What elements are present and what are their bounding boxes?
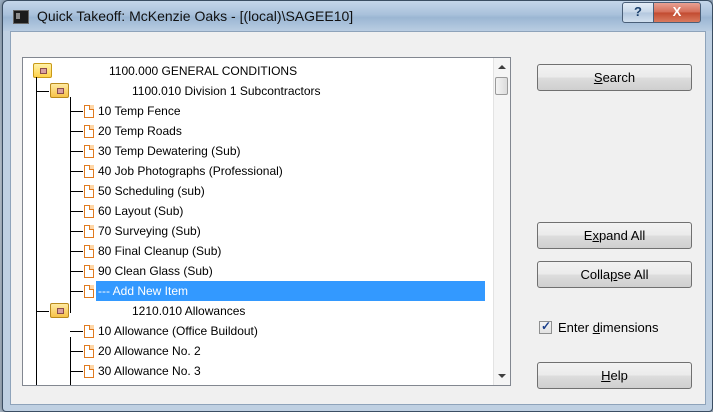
enter-dimensions-accelerator: d	[592, 320, 600, 335]
tree-item[interactable]: 10 Allowance (Office Buildout)	[96, 321, 261, 341]
search-button-accelerator: S	[593, 70, 603, 85]
expand-all-label-post: pand All	[598, 228, 646, 243]
tree-item[interactable]: 10 Temp Fence	[96, 101, 184, 121]
tree-item-label: 50 Scheduling (sub)	[98, 184, 205, 198]
document-icon	[84, 185, 94, 198]
document-icon	[84, 365, 94, 378]
tree-item[interactable]: 1210.010 Allowances	[130, 301, 248, 321]
tree-item[interactable]: 1100.010 Division 1 Subcontractors	[130, 81, 324, 101]
document-icon	[84, 105, 94, 118]
scroll-thumb[interactable]	[495, 77, 508, 95]
help-caption-button[interactable]: ?	[622, 2, 654, 23]
search-button-label-post: earch	[602, 70, 636, 85]
tree-item-label: 1100.000 GENERAL CONDITIONS	[109, 64, 298, 78]
document-icon	[84, 345, 94, 358]
window-title: Quick Takeoff: McKenzie Oaks - [(local)\…	[37, 8, 354, 24]
tree-item[interactable]: 50 Scheduling (sub)	[96, 181, 208, 201]
close-button[interactable]: X	[653, 2, 701, 23]
tree-item-selected[interactable]: --- Add New Item	[96, 281, 485, 301]
question-mark-icon: ?	[634, 4, 642, 19]
tree-connector-line	[70, 97, 71, 313]
tree-connector-line	[70, 191, 83, 192]
expand-all-button[interactable]: Expand All	[537, 222, 692, 249]
document-icon	[84, 125, 94, 138]
title-bar[interactable]: Quick Takeoff: McKenzie Oaks - [(local)\…	[3, 1, 712, 31]
collapse-all-label-pre: Colla	[580, 267, 611, 282]
tree-item-label: 70 Surveying (Sub)	[98, 224, 201, 238]
tree-content: 1100.000 GENERAL CONDITIONS 1100.010 Divi…	[23, 58, 494, 385]
root-folder-icon	[33, 63, 52, 78]
tree-connector-line	[70, 371, 83, 372]
tree-connector-line	[36, 311, 49, 312]
tree-item-label: 60 Layout (Sub)	[98, 204, 184, 218]
scroll-down-arrow-icon[interactable]	[498, 374, 506, 378]
enter-dimensions-label[interactable]: Enter dimensions	[558, 320, 658, 336]
tree-item[interactable]: 20 Allowance No. 2	[96, 341, 204, 361]
tree-connector-line	[36, 77, 37, 385]
document-icon	[84, 245, 94, 258]
tree-connector-line	[70, 251, 83, 252]
folder-icon	[50, 303, 69, 318]
tree-connector-line	[70, 351, 83, 352]
tree-item-label: 10 Allowance (Office Buildout)	[98, 324, 258, 338]
tree-item[interactable]: 30 Allowance No. 3	[96, 361, 204, 381]
tree-item[interactable]: 20 Temp Roads	[96, 121, 185, 141]
document-icon	[84, 265, 94, 278]
folder-icon	[50, 83, 69, 98]
tree-connector-line	[70, 171, 83, 172]
scroll-up-arrow-icon[interactable]	[498, 65, 506, 69]
tree-connector-line	[70, 231, 83, 232]
quick-takeoff-dialog: Quick Takeoff: McKenzie Oaks - [(local)\…	[2, 0, 713, 412]
checkmark-icon: ✓	[541, 319, 552, 333]
tree-item-label: 90 Clean Glass (Sub)	[98, 264, 213, 278]
document-icon	[84, 165, 94, 178]
tree-connector-line	[36, 91, 49, 92]
tree-connector-line	[70, 151, 83, 152]
help-button-label-post: elp	[610, 368, 628, 383]
document-icon	[84, 145, 94, 158]
document-icon	[84, 325, 94, 338]
enter-dimensions-checkbox[interactable]: ✓	[539, 319, 552, 334]
tree-connector-line	[70, 271, 83, 272]
tree-item-label: 20 Allowance No. 2	[98, 344, 201, 358]
tree-connector-line	[70, 131, 83, 132]
tree-item[interactable]: 70 Surveying (Sub)	[96, 221, 204, 241]
tree-item-label: 20 Temp Roads	[98, 124, 182, 138]
document-icon	[84, 285, 94, 298]
tree-item-label: 80 Final Cleanup (Sub)	[98, 244, 222, 258]
takeoff-tree-view[interactable]: 1100.000 GENERAL CONDITIONS 1100.010 Divi…	[22, 57, 511, 386]
enter-dimensions-label-pre: Enter	[558, 320, 593, 335]
tree-item[interactable]: 1100.000 GENERAL CONDITIONS	[107, 61, 300, 81]
tree-item[interactable]: 40 Job Photographs (Professional)	[96, 161, 286, 181]
enter-dimensions-label-post: imensions	[599, 320, 659, 335]
close-icon: X	[672, 4, 682, 19]
document-icon	[84, 205, 94, 218]
tree-item-label: 40 Job Photographs (Professional)	[98, 164, 283, 178]
tree-item-label: --- Add New Item	[96, 281, 485, 301]
help-button-accelerator: H	[601, 368, 611, 383]
collapse-all-label-post: se All	[617, 267, 649, 282]
tree-item-label: 10 Temp Fence	[98, 104, 181, 118]
document-icon	[84, 225, 94, 238]
tree-connector-line	[70, 337, 71, 385]
tree-item[interactable]: 60 Layout (Sub)	[96, 201, 186, 221]
tree-connector-line	[70, 291, 83, 292]
search-button[interactable]: Search	[537, 64, 692, 91]
tree-item-label: 30 Allowance No. 3	[98, 364, 201, 378]
tree-item-label: 1100.010 Division 1 Subcontractors	[132, 84, 321, 98]
tree-connector-line	[70, 111, 83, 112]
tree-connector-line	[70, 211, 83, 212]
app-icon	[13, 10, 29, 24]
tree-item[interactable]: 30 Temp Dewatering (Sub)	[96, 141, 244, 161]
tree-vertical-scrollbar[interactable]	[493, 58, 510, 385]
tree-connector-line	[70, 331, 83, 332]
collapse-all-button[interactable]: Collapse All	[537, 261, 692, 288]
tree-item[interactable]: 90 Clean Glass (Sub)	[96, 261, 216, 281]
dialog-client-area: 1100.000 GENERAL CONDITIONS 1100.010 Divi…	[10, 31, 706, 405]
tree-item-label: 30 Temp Dewatering (Sub)	[98, 144, 241, 158]
help-button[interactable]: Help	[537, 362, 692, 389]
tree-item[interactable]: 80 Final Cleanup (Sub)	[96, 241, 224, 261]
tree-item-label: 1210.010 Allowances	[132, 304, 246, 318]
